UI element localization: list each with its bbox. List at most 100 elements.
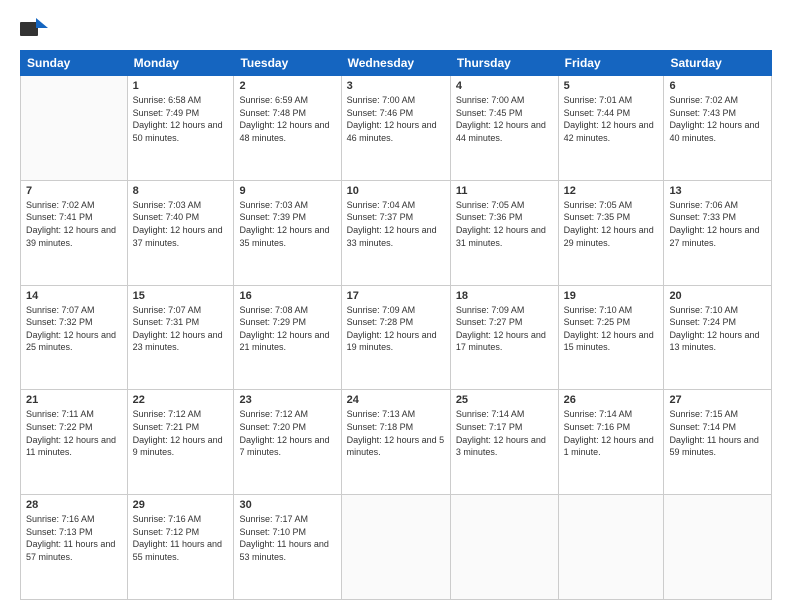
day-info: Sunrise: 7:09 AMSunset: 7:28 PMDaylight:… xyxy=(347,304,445,354)
calendar-cell: 22 Sunrise: 7:12 AMSunset: 7:21 PMDayligh… xyxy=(127,390,234,495)
day-info: Sunrise: 7:14 AMSunset: 7:16 PMDaylight:… xyxy=(564,408,659,458)
col-header-monday: Monday xyxy=(127,51,234,76)
calendar-cell: 20 Sunrise: 7:10 AMSunset: 7:24 PMDayligh… xyxy=(664,285,772,390)
calendar-cell: 19 Sunrise: 7:10 AMSunset: 7:25 PMDayligh… xyxy=(558,285,664,390)
day-number: 1 xyxy=(133,80,229,92)
logo xyxy=(20,18,52,40)
day-number: 14 xyxy=(26,290,122,302)
calendar-cell xyxy=(341,495,450,600)
day-info: Sunrise: 7:02 AMSunset: 7:41 PMDaylight:… xyxy=(26,199,122,249)
day-info: Sunrise: 7:10 AMSunset: 7:25 PMDaylight:… xyxy=(564,304,659,354)
calendar-cell: 25 Sunrise: 7:14 AMSunset: 7:17 PMDayligh… xyxy=(450,390,558,495)
calendar-cell: 5 Sunrise: 7:01 AMSunset: 7:44 PMDaylight… xyxy=(558,76,664,181)
week-row-2: 7 Sunrise: 7:02 AMSunset: 7:41 PMDaylight… xyxy=(21,180,772,285)
calendar-cell: 17 Sunrise: 7:09 AMSunset: 7:28 PMDayligh… xyxy=(341,285,450,390)
day-number: 28 xyxy=(26,499,122,511)
header xyxy=(20,18,772,40)
calendar-cell: 24Sunrise: 7:13 AMSunset: 7:18 PMDayligh… xyxy=(341,390,450,495)
col-header-wednesday: Wednesday xyxy=(341,51,450,76)
day-number: 25 xyxy=(456,394,553,406)
day-info: Sunrise: 7:00 AMSunset: 7:46 PMDaylight:… xyxy=(347,94,445,144)
day-number: 30 xyxy=(239,499,335,511)
calendar-cell xyxy=(558,495,664,600)
calendar-cell: 8Sunrise: 7:03 AMSunset: 7:40 PMDaylight… xyxy=(127,180,234,285)
day-number: 5 xyxy=(564,80,659,92)
day-number: 23 xyxy=(239,394,335,406)
day-info: Sunrise: 7:02 AMSunset: 7:43 PMDaylight:… xyxy=(669,94,766,144)
calendar-cell: 1 Sunrise: 6:58 AMSunset: 7:49 PMDaylight… xyxy=(127,76,234,181)
day-info: Sunrise: 6:58 AMSunset: 7:49 PMDaylight:… xyxy=(133,94,229,144)
day-info: Sunrise: 7:07 AMSunset: 7:32 PMDaylight:… xyxy=(26,304,122,354)
day-info: Sunrise: 7:10 AMSunset: 7:24 PMDaylight:… xyxy=(669,304,766,354)
calendar-cell: 15 Sunrise: 7:07 AMSunset: 7:31 PMDayligh… xyxy=(127,285,234,390)
day-number: 27 xyxy=(669,394,766,406)
day-info: Sunrise: 7:12 AMSunset: 7:21 PMDaylight:… xyxy=(133,408,229,458)
col-header-friday: Friday xyxy=(558,51,664,76)
calendar-cell: 2 Sunrise: 6:59 AMSunset: 7:48 PMDaylight… xyxy=(234,76,341,181)
calendar-cell: 16 Sunrise: 7:08 AMSunset: 7:29 PMDayligh… xyxy=(234,285,341,390)
day-info: Sunrise: 7:00 AMSunset: 7:45 PMDaylight:… xyxy=(456,94,553,144)
week-row-1: 1 Sunrise: 6:58 AMSunset: 7:49 PMDaylight… xyxy=(21,76,772,181)
calendar-cell: 11 Sunrise: 7:05 AMSunset: 7:36 PMDayligh… xyxy=(450,180,558,285)
col-header-sunday: Sunday xyxy=(21,51,128,76)
day-number: 22 xyxy=(133,394,229,406)
day-number: 17 xyxy=(347,290,445,302)
day-info: Sunrise: 7:17 AMSunset: 7:10 PMDaylight:… xyxy=(239,513,335,563)
day-number: 13 xyxy=(669,185,766,197)
calendar-cell: 27 Sunrise: 7:15 AMSunset: 7:14 PMDayligh… xyxy=(664,390,772,495)
day-number: 11 xyxy=(456,185,553,197)
day-number: 15 xyxy=(133,290,229,302)
calendar-cell xyxy=(21,76,128,181)
week-row-4: 21 Sunrise: 7:11 AMSunset: 7:22 PMDayligh… xyxy=(21,390,772,495)
col-header-saturday: Saturday xyxy=(664,51,772,76)
day-info: Sunrise: 7:15 AMSunset: 7:14 PMDaylight:… xyxy=(669,408,766,458)
day-info: Sunrise: 7:12 AMSunset: 7:20 PMDaylight:… xyxy=(239,408,335,458)
day-number: 2 xyxy=(239,80,335,92)
day-number: 8 xyxy=(133,185,229,197)
day-number: 9 xyxy=(239,185,335,197)
calendar-cell: 28 Sunrise: 7:16 AMSunset: 7:13 PMDayligh… xyxy=(21,495,128,600)
calendar-cell: 13 Sunrise: 7:06 AMSunset: 7:33 PMDayligh… xyxy=(664,180,772,285)
day-number: 4 xyxy=(456,80,553,92)
calendar-cell: 23 Sunrise: 7:12 AMSunset: 7:20 PMDayligh… xyxy=(234,390,341,495)
day-number: 18 xyxy=(456,290,553,302)
day-info: Sunrise: 7:07 AMSunset: 7:31 PMDaylight:… xyxy=(133,304,229,354)
day-number: 16 xyxy=(239,290,335,302)
day-number: 7 xyxy=(26,185,122,197)
calendar-cell xyxy=(450,495,558,600)
day-info: Sunrise: 7:01 AMSunset: 7:44 PMDaylight:… xyxy=(564,94,659,144)
calendar-cell: 12Sunrise: 7:05 AMSunset: 7:35 PMDayligh… xyxy=(558,180,664,285)
header-row: SundayMondayTuesdayWednesdayThursdayFrid… xyxy=(21,51,772,76)
day-number: 20 xyxy=(669,290,766,302)
day-info: Sunrise: 7:08 AMSunset: 7:29 PMDaylight:… xyxy=(239,304,335,354)
day-number: 29 xyxy=(133,499,229,511)
page: SundayMondayTuesdayWednesdayThursdayFrid… xyxy=(0,0,792,612)
day-number: 6 xyxy=(669,80,766,92)
week-row-5: 28 Sunrise: 7:16 AMSunset: 7:13 PMDayligh… xyxy=(21,495,772,600)
calendar-cell: 18Sunrise: 7:09 AMSunset: 7:27 PMDayligh… xyxy=(450,285,558,390)
calendar-cell: 9Sunrise: 7:03 AMSunset: 7:39 PMDaylight… xyxy=(234,180,341,285)
calendar-cell: 4 Sunrise: 7:00 AMSunset: 7:45 PMDaylight… xyxy=(450,76,558,181)
col-header-thursday: Thursday xyxy=(450,51,558,76)
col-header-tuesday: Tuesday xyxy=(234,51,341,76)
day-info: Sunrise: 7:11 AMSunset: 7:22 PMDaylight:… xyxy=(26,408,122,458)
day-info: Sunrise: 7:06 AMSunset: 7:33 PMDaylight:… xyxy=(669,199,766,249)
day-info: Sunrise: 7:16 AMSunset: 7:12 PMDaylight:… xyxy=(133,513,229,563)
calendar-cell: 6 Sunrise: 7:02 AMSunset: 7:43 PMDaylight… xyxy=(664,76,772,181)
day-info: Sunrise: 7:05 AMSunset: 7:36 PMDaylight:… xyxy=(456,199,553,249)
calendar-cell: 26Sunrise: 7:14 AMSunset: 7:16 PMDayligh… xyxy=(558,390,664,495)
day-number: 3 xyxy=(347,80,445,92)
day-info: Sunrise: 6:59 AMSunset: 7:48 PMDaylight:… xyxy=(239,94,335,144)
calendar-cell: 21 Sunrise: 7:11 AMSunset: 7:22 PMDayligh… xyxy=(21,390,128,495)
day-number: 10 xyxy=(347,185,445,197)
day-number: 19 xyxy=(564,290,659,302)
day-number: 21 xyxy=(26,394,122,406)
day-info: Sunrise: 7:05 AMSunset: 7:35 PMDaylight:… xyxy=(564,199,659,249)
calendar-cell: 30 Sunrise: 7:17 AMSunset: 7:10 PMDayligh… xyxy=(234,495,341,600)
day-info: Sunrise: 7:16 AMSunset: 7:13 PMDaylight:… xyxy=(26,513,122,563)
calendar-cell: 3 Sunrise: 7:00 AMSunset: 7:46 PMDaylight… xyxy=(341,76,450,181)
day-info: Sunrise: 7:14 AMSunset: 7:17 PMDaylight:… xyxy=(456,408,553,458)
week-row-3: 14 Sunrise: 7:07 AMSunset: 7:32 PMDayligh… xyxy=(21,285,772,390)
day-info: Sunrise: 7:04 AMSunset: 7:37 PMDaylight:… xyxy=(347,199,445,249)
day-number: 24 xyxy=(347,394,445,406)
